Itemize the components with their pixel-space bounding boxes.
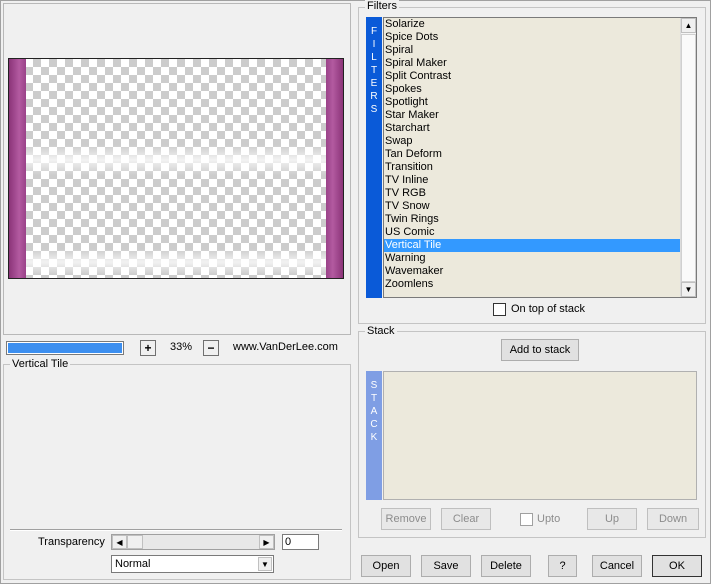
upto-checkbox[interactable] — [520, 513, 533, 526]
side-label-letter: E — [370, 78, 378, 89]
side-label-letter: L — [371, 52, 377, 63]
filter-list-item[interactable]: Spiral — [384, 44, 681, 57]
stack-side-label: STACK — [366, 371, 382, 500]
filters-list-items: Solarize Spice Dots Spiral Spiral Maker Spli… — [384, 18, 681, 291]
transparency-thumb[interactable] — [127, 535, 143, 549]
scroll-up-icon[interactable]: ▲ — [681, 18, 696, 33]
filters-scroll-thumb[interactable] — [681, 34, 696, 282]
render-progress-fill — [8, 343, 122, 353]
filter-list-item[interactable]: Solarize — [384, 18, 681, 31]
preview-image[interactable] — [8, 58, 344, 279]
filter-list-item[interactable]: Vertical Tile — [384, 239, 681, 252]
filter-list-item[interactable]: Spice Dots — [384, 31, 681, 44]
filters-group-title: Filters — [365, 0, 399, 12]
blend-mode-select[interactable]: Normal ▼ — [111, 555, 274, 573]
filter-list-item[interactable]: Spotlight — [384, 96, 681, 109]
stack-list[interactable] — [383, 371, 697, 500]
preview-tile-band — [26, 249, 326, 275]
side-label-letter: T — [370, 65, 378, 76]
ok-button[interactable]: OK — [652, 555, 702, 577]
filter-list-item[interactable]: Swap — [384, 135, 681, 148]
on-top-label: On top of stack — [511, 303, 585, 315]
up-button[interactable]: Up — [587, 508, 637, 530]
remove-button[interactable]: Remove — [381, 508, 431, 530]
transparency-input[interactable]: 0 — [282, 534, 319, 550]
help-button[interactable]: ? — [548, 555, 577, 577]
settings-group-title: Vertical Tile — [10, 358, 71, 370]
filters-scrollbar[interactable]: ▲ ▼ — [680, 18, 696, 297]
filter-list-item[interactable]: Star Maker — [384, 109, 681, 122]
filter-list-item[interactable]: Tan Deform — [384, 148, 681, 161]
chevron-down-icon[interactable]: ▼ — [258, 557, 272, 571]
filter-list-item[interactable]: TV Snow — [384, 200, 681, 213]
filter-list-item[interactable]: US Comic — [384, 226, 681, 239]
filter-list-item[interactable]: Spokes — [384, 83, 681, 96]
down-button[interactable]: Down — [647, 508, 699, 530]
upto-label: Upto — [537, 513, 561, 525]
separator — [10, 529, 342, 531]
transparency-slider[interactable]: ◀ ▶ — [111, 534, 275, 550]
filter-list-item[interactable]: Transition — [384, 161, 681, 174]
side-label-letter: T — [370, 393, 378, 404]
filter-list-item[interactable]: TV Inline — [384, 174, 681, 187]
scroll-down-icon[interactable]: ▼ — [681, 282, 696, 297]
blend-mode-value: Normal — [115, 558, 151, 570]
side-label-letter: I — [372, 39, 376, 50]
filter-list-item[interactable]: Warning — [384, 252, 681, 265]
clear-button[interactable]: Clear — [441, 508, 491, 530]
zoom-level: 33% — [169, 341, 193, 353]
filters-side-label: FILTERS — [366, 17, 382, 298]
filter-list-item[interactable]: Zoomlens — [384, 278, 681, 291]
save-button[interactable]: Save — [421, 555, 471, 577]
filter-list-item[interactable]: Starchart — [384, 122, 681, 135]
side-label-letter: F — [370, 26, 378, 37]
preview-left-edge — [9, 59, 26, 278]
filter-list-item[interactable]: Spiral Maker — [384, 57, 681, 70]
add-to-stack-button[interactable]: Add to stack — [501, 339, 579, 361]
preview-tile-band — [26, 145, 326, 175]
open-button[interactable]: Open — [361, 555, 411, 577]
side-label-letter: C — [370, 419, 378, 430]
side-label-letter: R — [370, 91, 378, 102]
side-label-letter: A — [370, 406, 378, 417]
website-link[interactable]: www.VanDerLee.com — [233, 341, 338, 353]
side-label-letter: S — [370, 104, 378, 115]
zoom-out-button[interactable]: − — [203, 340, 219, 356]
cancel-button[interactable]: Cancel — [592, 555, 642, 577]
side-label-letter: K — [370, 432, 378, 443]
filter-list-item[interactable]: TV RGB — [384, 187, 681, 200]
on-top-checkbox[interactable] — [493, 303, 506, 316]
scroll-left-icon[interactable]: ◀ — [112, 535, 127, 549]
stack-group-title: Stack — [365, 325, 397, 337]
transparency-label: Transparency — [38, 536, 105, 548]
delete-button[interactable]: Delete — [481, 555, 531, 577]
render-progress-bar — [6, 341, 124, 355]
filter-list-item[interactable]: Split Contrast — [384, 70, 681, 83]
scroll-right-icon[interactable]: ▶ — [259, 535, 274, 549]
side-label-letter: S — [370, 380, 378, 391]
filters-list[interactable]: Solarize Spice Dots Spiral Spiral Maker Spli… — [383, 17, 697, 298]
filter-list-item[interactable]: Wavemaker — [384, 265, 681, 278]
filter-list-item[interactable]: Twin Rings — [384, 213, 681, 226]
zoom-in-button[interactable]: + — [140, 340, 156, 356]
preview-right-edge — [326, 59, 343, 278]
